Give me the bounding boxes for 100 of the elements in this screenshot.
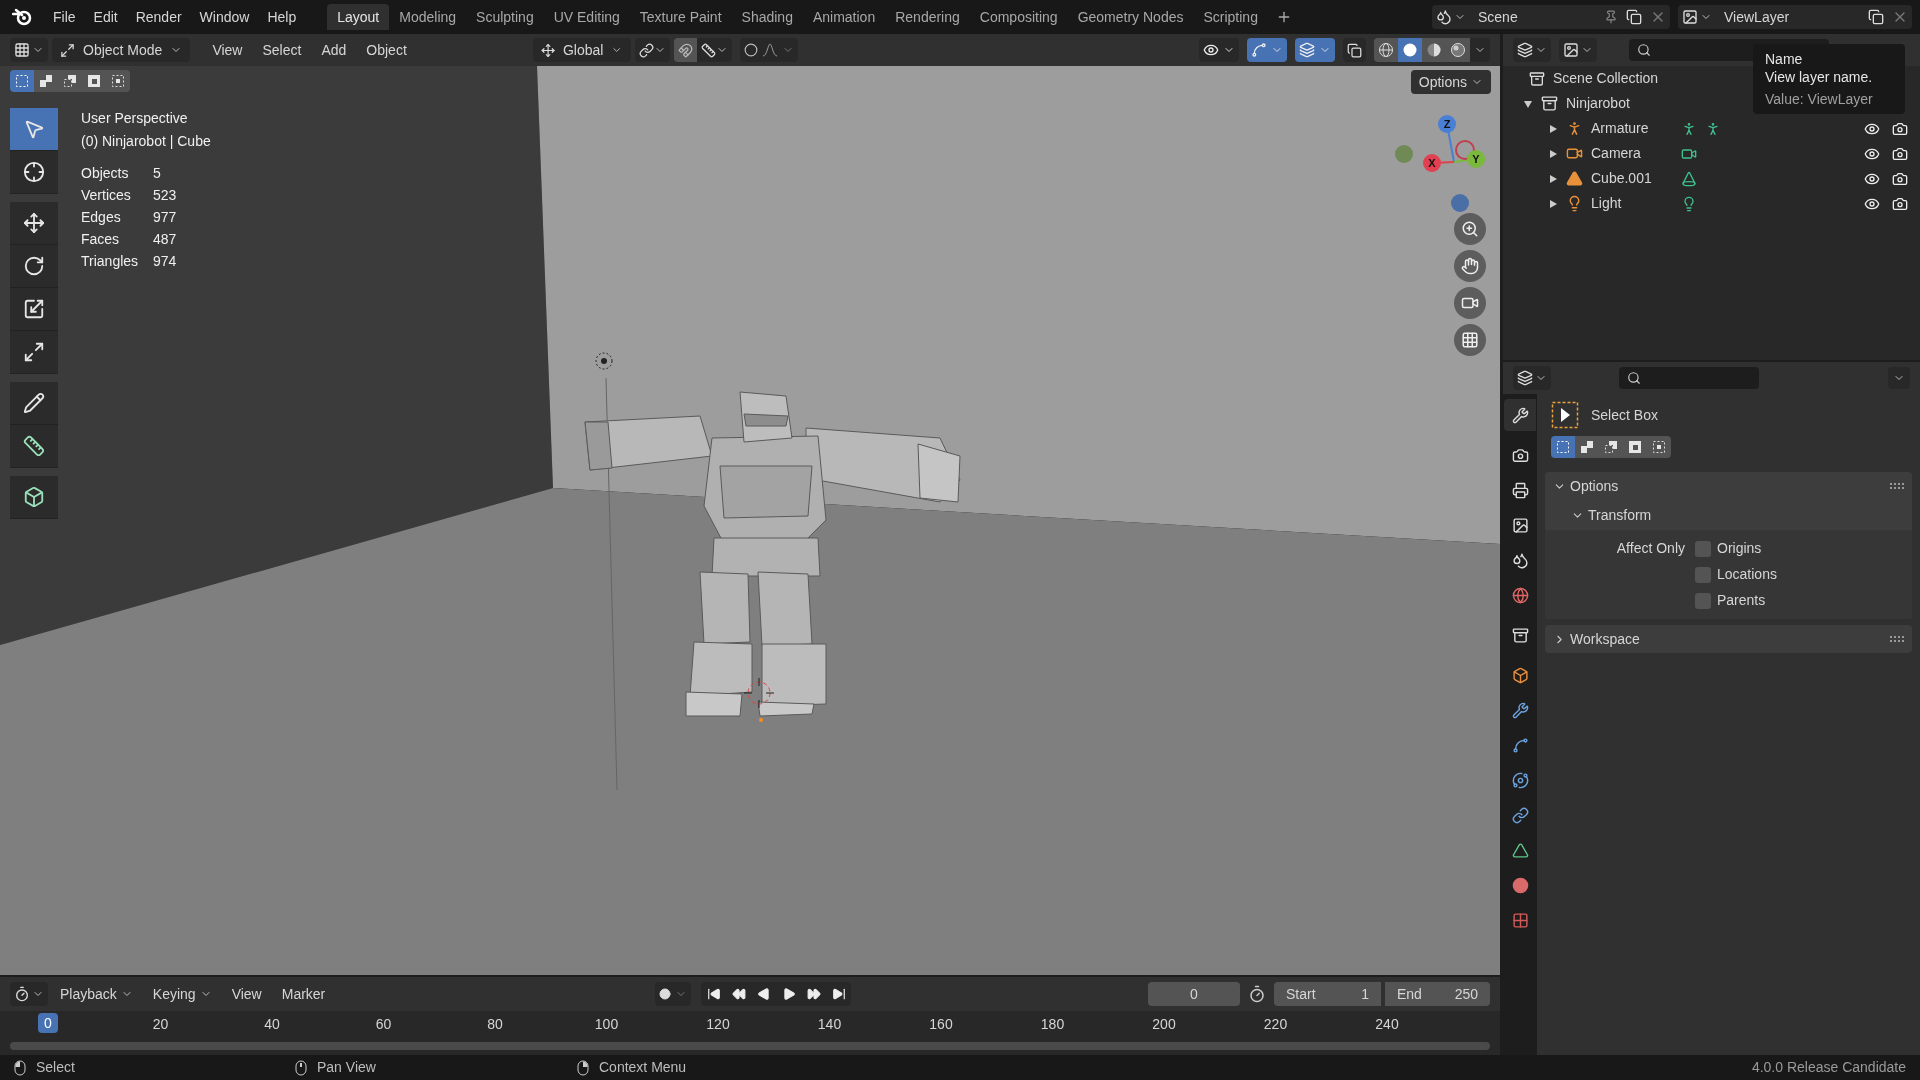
copy-icon[interactable] [1626,9,1642,25]
snap-toggle[interactable] [673,38,697,62]
checkbox[interactable] [1695,592,1711,609]
menu-item[interactable]: Window [190,6,259,28]
orientation-dropdown[interactable]: Global [532,38,631,62]
tool-button[interactable] [10,476,58,519]
axis-handle[interactable] [1451,194,1469,212]
menu-item[interactable]: Edit [84,6,127,28]
tool-button[interactable] [10,108,58,151]
menu-item[interactable]: View [202,39,253,61]
disclosure-triangle-icon[interactable] [1523,98,1533,109]
camera-icon[interactable] [1892,120,1908,137]
workspace-tab[interactable]: Texture Paint [629,4,732,30]
menu-item[interactable]: Keying [144,983,220,1005]
snap-dropdown[interactable] [696,38,732,62]
shading-mode-button[interactable] [1374,38,1398,62]
menu-item[interactable]: Render [126,6,191,28]
playhead[interactable]: 0 [38,1013,58,1033]
selection-mode-button[interactable] [34,70,58,92]
outliner-row[interactable]: Cube.001 [1503,166,1920,191]
disclosure-triangle-icon[interactable] [1548,148,1558,159]
view-layer-selector[interactable]: ViewLayer [1678,5,1912,29]
tool-button[interactable] [10,202,58,245]
shading-dropdown[interactable] [1470,38,1490,62]
camera-icon[interactable] [1892,145,1908,162]
workspace-tab[interactable]: Compositing [969,4,1068,30]
drag-handle-icon[interactable] [1890,483,1904,489]
record-button[interactable] [655,982,692,1006]
proportional-editing-toggle[interactable] [739,38,798,62]
current-frame-field[interactable]: 0 [1148,982,1240,1006]
editor-type-button[interactable] [10,38,48,62]
outliner-row[interactable]: Camera [1503,141,1920,166]
workspace-tab[interactable]: Animation [802,4,886,30]
copy-icon[interactable] [1868,9,1884,25]
shading-mode-button[interactable] [1446,38,1470,62]
menu-item[interactable]: Add [311,39,357,61]
scrollbar[interactable] [10,1042,1490,1050]
display-mode-button[interactable] [1559,38,1597,62]
navigation-gizmo[interactable]: Z X Y [1384,106,1494,216]
menu-item[interactable]: Marker [273,983,334,1005]
disclosure-triangle-icon[interactable] [1548,173,1558,184]
viewport-toggle[interactable] [1247,38,1287,62]
workspace-tab[interactable]: Layout [327,4,390,30]
selection-mode-button[interactable] [1647,436,1671,458]
menu-item[interactable]: Playback [52,983,141,1005]
menu-item[interactable]: Select [252,39,312,61]
start-frame-field[interactable]: Start 1 [1274,982,1381,1006]
shading-mode-button[interactable] [1398,38,1422,62]
end-frame-field[interactable]: End 250 [1385,982,1490,1006]
viewport-toggle[interactable] [1295,38,1335,62]
options-dropdown[interactable] [1888,367,1910,389]
pin-icon[interactable] [1604,10,1618,24]
editor-type-button[interactable] [1513,366,1551,390]
tool-button[interactable] [10,151,58,194]
outliner-row[interactable]: Light [1503,191,1920,216]
selection-mode-button[interactable] [1575,436,1599,458]
workspace-tab[interactable]: Geometry Nodes [1067,4,1194,30]
tool-button[interactable] [10,382,58,425]
light-data-icon[interactable] [1681,195,1697,212]
pivot-dropdown[interactable] [634,38,670,62]
checkbox[interactable] [1695,540,1711,557]
workspace-tab[interactable]: Scripting [1193,4,1268,30]
options-button[interactable]: Options [1410,70,1491,94]
mesh-data-icon[interactable] [1681,170,1697,187]
panel-header[interactable]: Workspace [1545,625,1912,653]
viewport-toggle[interactable] [1199,38,1239,62]
workspace-tab[interactable]: Rendering [885,4,970,30]
camera-icon[interactable] [1892,195,1908,212]
menu-item[interactable]: Object [356,39,417,61]
menu-item[interactable]: Help [258,6,306,28]
workspace-tab[interactable]: Shading [731,4,803,30]
camera-icon[interactable] [1892,170,1908,187]
tool-button[interactable] [10,288,58,331]
tool-button[interactable] [10,425,58,468]
logo-icon[interactable] [12,8,32,26]
tool-button[interactable] [10,331,58,374]
workspace-tab[interactable]: Sculpting [466,4,544,30]
selection-mode-button[interactable] [1551,436,1575,458]
editor-type-button[interactable] [1513,38,1551,62]
panel-header[interactable]: Options [1545,472,1912,500]
checkbox[interactable] [1695,566,1711,583]
search-field[interactable] [1619,367,1759,389]
tool-button[interactable] [10,245,58,288]
workspace-tab[interactable]: Modeling [389,4,467,30]
axis-handle[interactable] [1395,145,1413,163]
axis-handle[interactable] [1467,150,1485,168]
scene-selector[interactable]: Scene [1432,5,1670,29]
drag-handle-icon[interactable] [1890,636,1904,642]
axis-handle[interactable] [1438,115,1456,133]
menu-item[interactable]: File [44,6,85,28]
xray-toggle[interactable] [1343,38,1366,62]
menu-item[interactable]: View [223,983,270,1005]
disclosure-triangle-icon[interactable] [1548,198,1558,209]
workspace-tab[interactable]: UV Editing [543,4,630,30]
shading-mode-button[interactable] [1422,38,1446,62]
subpanel-header[interactable]: Transform [1545,500,1912,530]
outliner-row[interactable]: Armature [1503,116,1920,141]
selection-mode-button[interactable] [10,70,34,92]
stopwatch-icon[interactable] [1248,985,1266,1003]
disclosure-triangle-icon[interactable] [1548,123,1558,134]
